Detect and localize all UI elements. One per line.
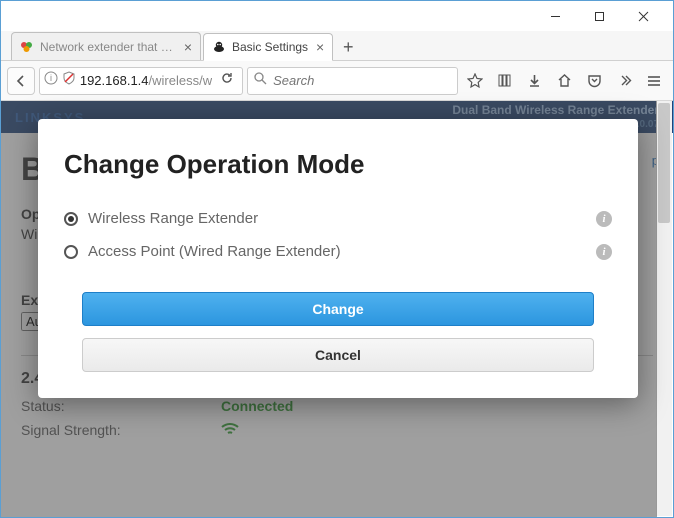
radio-unselected-icon[interactable]: [64, 245, 78, 259]
search-input[interactable]: [273, 73, 451, 88]
tracking-icon[interactable]: [62, 71, 76, 90]
window-close-button[interactable]: [621, 2, 665, 30]
tab-label-1: Basic Settings: [232, 40, 308, 54]
back-button[interactable]: [7, 67, 35, 95]
url-bar[interactable]: i 192.168.1.4/wireless/w: [39, 67, 243, 95]
browser-tabstrip: Network extender that plugs × Basic Sett…: [1, 31, 673, 61]
search-icon: [254, 72, 267, 90]
info-icon[interactable]: i: [596, 244, 612, 260]
pocket-icon[interactable]: [581, 67, 607, 95]
option-access-point[interactable]: Access Point (Wired Range Extender) i: [64, 235, 612, 268]
menu-icon[interactable]: [641, 67, 667, 95]
window-titlebar: [1, 1, 673, 31]
scrollbar-thumb[interactable]: [658, 103, 670, 223]
identity-icon[interactable]: i: [44, 71, 58, 90]
overflow-icon[interactable]: [611, 67, 637, 95]
tab-label-0: Network extender that plugs: [40, 40, 176, 54]
browser-nav-toolbar: i 192.168.1.4/wireless/w: [1, 61, 673, 101]
window-maximize-button[interactable]: [577, 2, 621, 30]
cancel-button[interactable]: Cancel: [82, 338, 594, 372]
radio-selected-icon[interactable]: [64, 212, 78, 226]
svg-text:i: i: [50, 73, 52, 83]
browser-tab-0[interactable]: Network extender that plugs ×: [11, 32, 201, 60]
download-icon[interactable]: [522, 67, 548, 95]
tab-close-1[interactable]: ×: [316, 39, 324, 55]
search-bar[interactable]: [247, 67, 458, 95]
tab-favicon-0: [20, 40, 34, 54]
option-label-1: Access Point (Wired Range Extender): [88, 243, 341, 260]
option-label-0: Wireless Range Extender: [88, 210, 258, 227]
tab-close-0[interactable]: ×: [184, 39, 192, 55]
window-minimize-button[interactable]: [533, 2, 577, 30]
url-text: 192.168.1.4/wireless/w: [80, 73, 212, 88]
change-operation-mode-dialog: Change Operation Mode Wireless Range Ext…: [38, 119, 638, 398]
tab-favicon-1: [212, 40, 226, 54]
new-tab-button[interactable]: +: [335, 34, 361, 60]
info-icon[interactable]: i: [596, 211, 612, 227]
reload-button[interactable]: [216, 71, 238, 90]
bookmark-star-icon[interactable]: [462, 67, 488, 95]
option-wireless-range-extender[interactable]: Wireless Range Extender i: [64, 202, 612, 235]
home-icon[interactable]: [552, 67, 578, 95]
browser-tab-1[interactable]: Basic Settings ×: [203, 33, 333, 61]
change-button[interactable]: Change: [82, 292, 594, 326]
modal-title: Change Operation Mode: [64, 149, 612, 180]
library-icon[interactable]: [492, 67, 518, 95]
vertical-scrollbar[interactable]: [656, 101, 672, 516]
